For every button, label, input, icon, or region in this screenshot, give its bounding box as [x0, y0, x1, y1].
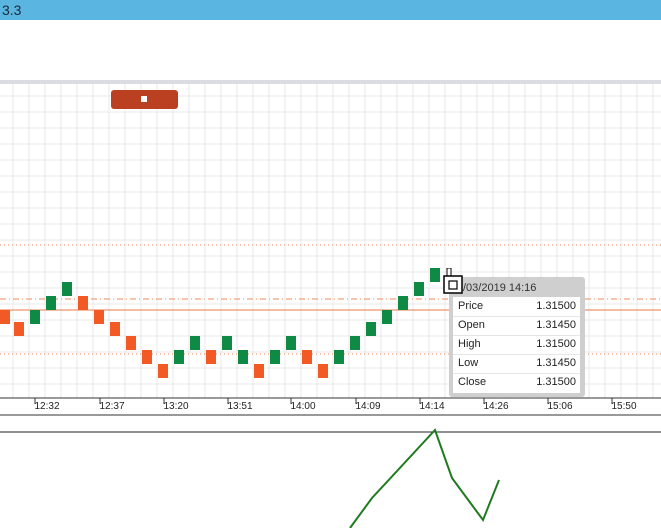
renko-brick-up	[286, 336, 296, 350]
square-marker-icon[interactable]	[111, 90, 178, 109]
renko-brick-up	[430, 268, 440, 282]
time-tick: 15:50	[611, 401, 637, 412]
time-tick: 12:32	[34, 401, 60, 412]
renko-brick-down	[0, 310, 10, 324]
tooltip-row: Close 1.31500	[453, 373, 580, 392]
time-tick: 12:37	[99, 401, 125, 412]
renko-brick-up	[238, 350, 248, 364]
renko-brick-down	[158, 364, 168, 378]
renko-brick-down	[78, 296, 88, 310]
time-tick: 14:14	[419, 401, 445, 412]
renko-brick-up	[350, 336, 360, 350]
renko-brick-up	[334, 350, 344, 364]
tooltip-value: 1.31450	[536, 319, 576, 331]
tooltip-label: Low	[458, 357, 479, 369]
time-tick: 15:06	[547, 401, 573, 412]
tooltip-row: Low 1.31450	[453, 354, 580, 374]
renko-brick-down	[302, 350, 312, 364]
renko-brick-down	[254, 364, 264, 378]
tooltip-value: 1.31500	[536, 376, 576, 388]
renko-brick-down	[14, 322, 24, 336]
time-tick: 14:09	[355, 401, 381, 412]
renko-brick-up	[398, 296, 408, 310]
tooltip-value: 1.31500	[536, 338, 576, 350]
price-chart[interactable]	[0, 0, 661, 528]
crosshair-cursor-icon	[443, 268, 463, 294]
renko-brick-up	[174, 350, 184, 364]
tooltip-label: Price	[458, 300, 484, 312]
tooltip-row: High 1.31500	[453, 335, 580, 355]
indicator-line	[349, 428, 500, 528]
time-tick: 13:51	[227, 401, 253, 412]
tooltip-label: Open	[458, 319, 485, 331]
renko-brick-up	[270, 350, 280, 364]
tooltip-value: 1.31500	[536, 300, 576, 312]
time-tick: 14:00	[290, 401, 316, 412]
tooltip-value: 1.31450	[536, 357, 576, 369]
tooltip-label: High	[458, 338, 481, 350]
renko-brick-up	[222, 336, 232, 350]
renko-brick-up	[46, 296, 56, 310]
renko-brick-down	[126, 336, 136, 350]
tooltip-table: Price 1.31500 Open 1.31450 High 1.31500 …	[453, 297, 580, 393]
tooltip-label: Close	[458, 376, 487, 388]
renko-brick-up	[382, 310, 392, 324]
tooltip-row: Price 1.31500	[453, 297, 580, 317]
renko-brick-down	[206, 350, 216, 364]
renko-brick-up	[30, 310, 40, 324]
data-tooltip: /03/2019 14:16 Price 1.31500 Open 1.3145…	[449, 277, 585, 397]
renko-brick-up	[414, 282, 424, 296]
tooltip-date: /03/2019 14:16	[463, 282, 537, 294]
renko-brick-down	[110, 322, 120, 336]
tooltip-row: Open 1.31450	[453, 316, 580, 336]
renko-brick-down	[318, 364, 328, 378]
renko-brick-up	[190, 336, 200, 350]
renko-brick-down	[142, 350, 152, 364]
renko-bricks	[0, 268, 440, 378]
time-tick: 13:20	[163, 401, 189, 412]
renko-brick-up	[366, 322, 376, 336]
renko-brick-up	[62, 282, 72, 296]
renko-brick-down	[94, 310, 104, 324]
time-tick: 14:26	[483, 401, 509, 412]
